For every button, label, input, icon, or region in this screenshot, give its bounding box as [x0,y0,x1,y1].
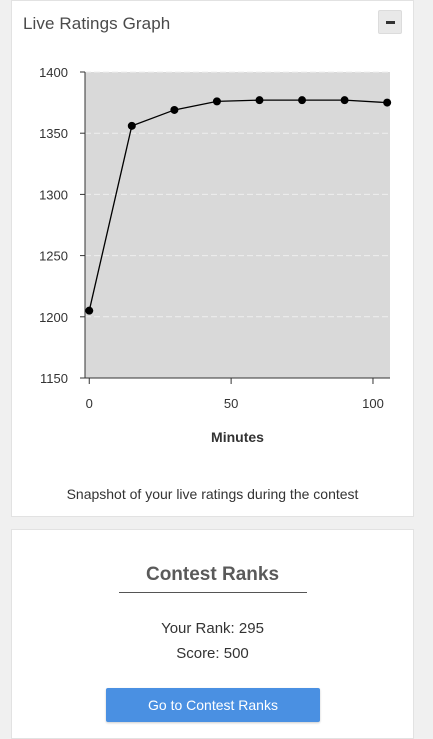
chart-caption: Snapshot of your live ratings during the… [66,486,359,502]
live-ratings-panel: Live Ratings Graph 1150 1200 1250 1300 1350 1… [11,0,414,517]
score-text: Score: 500 [176,645,249,662]
x-tick-label: 50 [224,396,238,411]
y-tick-label: 1350 [39,126,68,141]
x-axis-label: Minutes [211,429,264,445]
y-tick-label: 1150 [40,371,68,386]
data-point [298,96,307,105]
your-rank-text: Your Rank: 295 [161,620,264,637]
y-tick-label: 1300 [39,187,68,202]
data-point [340,96,349,105]
go-to-contest-ranks-button[interactable]: Go to Contest Ranks [106,688,320,722]
ratings-line-chart: 1150 1200 1250 1300 1350 1400 0 50 100 Minutes [39,65,392,445]
data-point [170,105,179,114]
data-point [383,98,392,107]
data-point [212,97,221,106]
y-tick-label: 1400 [39,65,68,80]
data-point [85,306,94,315]
contest-ranks-panel: Contest Ranks Your Rank: 295 Score: 500 … [11,529,414,739]
ranks-title: Contest Ranks [145,564,280,585]
x-tick-label: 0 [86,396,93,411]
plot-background [85,72,390,378]
data-point [127,121,136,130]
title-underline [119,592,307,593]
x-tick-label: 100 [362,396,384,411]
y-tick-label: 1250 [39,249,68,264]
data-point [255,96,264,105]
y-tick-label: 1200 [39,310,68,325]
